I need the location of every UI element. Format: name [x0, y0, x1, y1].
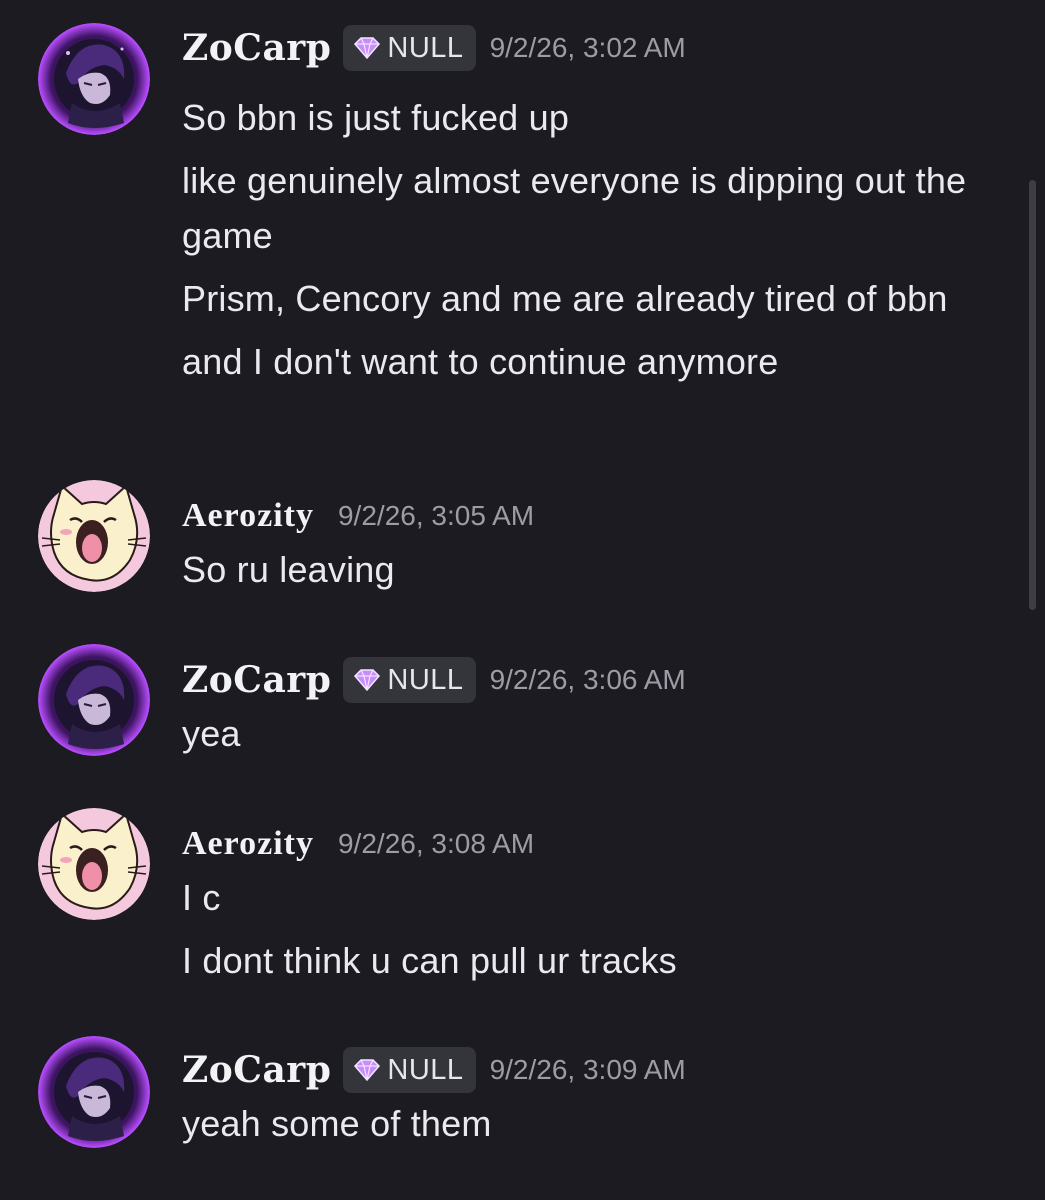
zocarp-avatar-icon [38, 1036, 150, 1148]
gem-icon [354, 1059, 381, 1082]
message-line[interactable]: yeah some of them [182, 1096, 992, 1151]
message-line[interactable]: and I don't want to continue anymore [182, 334, 992, 389]
username[interactable]: ZoCarp [182, 1049, 331, 1091]
message-header: ZoCarp NULL 9/2/26, 3:06 AM [182, 650, 686, 710]
zocarp-avatar-icon [38, 644, 150, 756]
role-badge[interactable]: NULL [343, 1047, 476, 1093]
message-group: Aerozity 9/2/26, 3:05 AM So ru leaving [0, 480, 1010, 596]
message-line[interactable]: I dont think u can pull ur tracks [182, 933, 992, 988]
message-group: ZoCarp NULL 9/2/26, 3:02 AM So bbn is ju… [0, 18, 1010, 438]
chat-message-list[interactable]: ZoCarp NULL 9/2/26, 3:02 AM So bbn is ju… [0, 0, 1045, 1200]
username[interactable]: Aerozity [182, 497, 314, 535]
zocarp-avatar-icon [38, 23, 150, 135]
message-line[interactable]: I c [182, 870, 992, 925]
timestamp: 9/2/26, 3:08 AM [337, 828, 535, 859]
timestamp: 9/2/26, 3:05 AM [337, 500, 535, 531]
timestamp: 9/2/26, 3:09 AM [489, 1054, 686, 1085]
timestamp: 9/2/26, 3:06 AM [489, 664, 686, 695]
gem-icon [354, 669, 381, 692]
avatar[interactable] [38, 480, 150, 592]
scrollbar-thumb[interactable] [1029, 180, 1036, 610]
message-line[interactable]: yea [182, 706, 992, 761]
avatar[interactable] [38, 644, 150, 756]
role-badge[interactable]: NULL [343, 657, 476, 703]
badge-label: NULL [387, 31, 464, 64]
avatar[interactable] [38, 23, 150, 135]
aerozity-cat-avatar-icon [38, 808, 150, 920]
message-line[interactable]: Prism, Cencory and me are already tired … [182, 271, 992, 326]
avatar[interactable] [38, 808, 150, 920]
avatar[interactable] [38, 1036, 150, 1148]
message-content: I c I dont think u can pull ur tracks [182, 870, 992, 996]
message-header: Aerozity 9/2/26, 3:05 AM [182, 486, 534, 546]
message-group: Aerozity 9/2/26, 3:08 AM I c I dont thin… [0, 808, 1010, 996]
gem-icon [354, 37, 381, 60]
message-header: ZoCarp NULL 9/2/26, 3:09 AM [182, 1040, 686, 1100]
message-content: So ru leaving [182, 542, 992, 605]
message-header: Aerozity 9/2/26, 3:08 AM [182, 814, 534, 874]
message-content: yeah some of them [182, 1096, 992, 1159]
message-line[interactable]: like genuinely almost everyone is dippin… [182, 153, 992, 263]
badge-label: NULL [387, 1053, 464, 1086]
username[interactable]: ZoCarp [182, 659, 331, 701]
message-line[interactable]: So ru leaving [182, 542, 992, 597]
role-badge[interactable]: NULL [343, 25, 476, 71]
message-header: ZoCarp NULL 9/2/26, 3:02 AM [182, 18, 686, 78]
aerozity-cat-avatar-icon [38, 480, 150, 592]
message-content: yea [182, 706, 992, 769]
message-group: ZoCarp NULL 9/2/26, 3:06 AM yea [0, 644, 1010, 760]
username[interactable]: ZoCarp [182, 27, 331, 69]
timestamp: 9/2/26, 3:02 AM [489, 32, 686, 63]
message-content: So bbn is just fucked up like genuinely … [182, 90, 992, 397]
message-group: ZoCarp NULL 9/2/26, 3:09 AM yeah some of… [0, 1036, 1010, 1160]
message-line[interactable]: So bbn is just fucked up [182, 90, 992, 145]
username[interactable]: Aerozity [182, 825, 314, 863]
badge-label: NULL [387, 663, 464, 696]
